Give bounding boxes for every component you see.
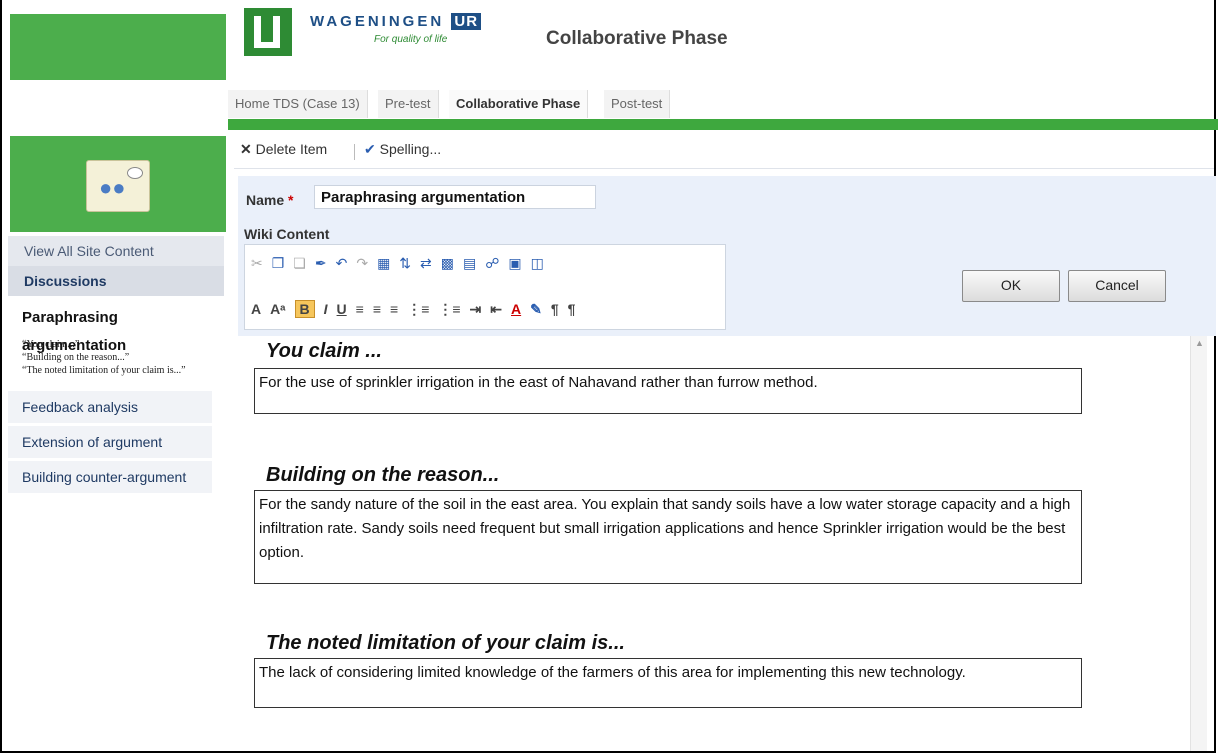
- rtl-icon[interactable]: ¶: [568, 301, 576, 317]
- top-nav-tabs: Home TDS (Case 13) Pre-test Collaborativ…: [228, 90, 1218, 120]
- section-title-claim: You claim ...: [266, 340, 382, 362]
- clear-format-icon[interactable]: ✒: [315, 255, 327, 272]
- cut-icon[interactable]: ✂: [251, 255, 263, 272]
- merge-cells-icon[interactable]: ▩: [441, 255, 454, 272]
- left-top-band: [10, 14, 226, 80]
- outdent-icon[interactable]: ⇤: [490, 301, 502, 318]
- align-right-icon[interactable]: ≡: [390, 301, 398, 317]
- indent-icon[interactable]: ⇥: [470, 301, 482, 318]
- delete-item-button[interactable]: ✕ Delete Item: [240, 141, 327, 158]
- html-source-icon[interactable]: ◫: [531, 255, 544, 272]
- delete-x-icon: ✕: [240, 141, 252, 157]
- answer-box-claim[interactable]: For the use of sprinkler irrigation in t…: [254, 368, 1082, 414]
- bulleted-list-icon[interactable]: ⋮≡: [438, 301, 460, 318]
- name-label: Name *: [246, 192, 294, 208]
- site-header: WAGENINGEN UR For quality of life Collab…: [228, 0, 1218, 90]
- name-field[interactable]: Paraphrasing argumentation: [314, 185, 596, 209]
- text-color-icon[interactable]: A: [511, 301, 521, 317]
- ok-button[interactable]: OK: [962, 270, 1060, 302]
- sub-item[interactable]: “The noted limitation of your claim is..…: [22, 364, 224, 377]
- vertical-scrollbar[interactable]: ▲: [1190, 336, 1207, 751]
- wiki-editor-body[interactable]: You claim ... For the use of sprinkler i…: [240, 336, 1190, 751]
- italic-icon[interactable]: I: [324, 301, 328, 317]
- tab-home[interactable]: Home TDS (Case 13): [228, 90, 368, 118]
- logo-tagline: For quality of life: [374, 34, 448, 45]
- quick-launch: View All Site Content Discussions Paraph…: [8, 236, 224, 493]
- view-all-site-content-link[interactable]: View All Site Content: [8, 236, 224, 266]
- highlight-icon[interactable]: ✎: [530, 301, 542, 318]
- edit-form: Name * Paraphrasing argumentation Wiki C…: [238, 176, 1216, 336]
- logo-wordmark: WAGENINGEN UR: [310, 13, 482, 30]
- section-title-reason: Building on the reason...: [266, 464, 500, 486]
- copy-icon[interactable]: ❐: [272, 255, 285, 272]
- numbered-list-icon[interactable]: ⋮≡: [407, 301, 429, 318]
- bold-icon[interactable]: B: [294, 300, 315, 318]
- spelling-check-icon: ✔: [364, 141, 376, 157]
- discussions-link[interactable]: Discussions: [8, 266, 224, 296]
- font-icon[interactable]: A: [251, 301, 261, 317]
- insert-table-icon[interactable]: ▦: [377, 255, 390, 272]
- spelling-button[interactable]: ✔ Spelling...: [364, 141, 441, 158]
- section-title-limitation: The noted limitation of your claim is...: [266, 632, 625, 654]
- wiki-content-label: Wiki Content: [244, 226, 330, 242]
- font-size-icon[interactable]: Aᵃ: [270, 301, 285, 317]
- speech-bubble-icon: [127, 167, 143, 179]
- undo-icon[interactable]: ↶: [336, 255, 348, 272]
- underline-icon[interactable]: U: [337, 301, 347, 317]
- answer-box-reason[interactable]: For the sandy nature of the soil in the …: [254, 490, 1082, 584]
- ltr-icon[interactable]: ¶: [551, 301, 559, 317]
- insert-column-icon[interactable]: ⇄: [420, 255, 432, 272]
- site-icon-band: ●●: [10, 136, 226, 232]
- split-cells-icon[interactable]: ▤: [463, 255, 476, 272]
- align-left-icon[interactable]: ≡: [356, 301, 364, 317]
- tab-collaborative-phase[interactable]: Collaborative Phase: [449, 90, 589, 118]
- current-page-link[interactable]: Paraphrasing argumentation: [8, 304, 224, 354]
- paste-icon[interactable]: ❏: [293, 255, 306, 272]
- align-center-icon[interactable]: ≡: [373, 301, 381, 317]
- sidebar-item-building-counter-argument[interactable]: Building counter-argument: [8, 461, 212, 493]
- redo-icon[interactable]: ↷: [356, 255, 368, 272]
- left-sidebar: ●● View All Site Content Discussions Par…: [8, 0, 226, 755]
- tab-underline-bar: [228, 119, 1218, 130]
- page-title: Collaborative Phase: [546, 28, 728, 49]
- scroll-up-arrow-icon[interactable]: ▲: [1195, 338, 1204, 348]
- people-icon: ●●: [99, 175, 126, 200]
- rich-text-toolbar: ✂ ❐ ❏ ✒ ↶ ↷ ▦ ⇅ ⇄ ▩ ▤ ☍ ▣ ◫ A Aᵃ B I U ≡…: [244, 244, 726, 330]
- insert-image-icon[interactable]: ▣: [508, 255, 521, 272]
- insert-row-icon[interactable]: ⇅: [399, 255, 411, 272]
- sidebar-item-extension-of-argument[interactable]: Extension of argument: [8, 426, 212, 458]
- site-icon: ●●: [86, 160, 150, 212]
- sidebar-item-feedback-analysis[interactable]: Feedback analysis: [8, 391, 212, 423]
- sub-item[interactable]: “Building on the reason...”: [22, 351, 224, 364]
- cancel-button[interactable]: Cancel: [1068, 270, 1166, 302]
- tab-post-test[interactable]: Post-test: [604, 90, 671, 118]
- ribbon-toolbar: ✕ Delete Item ✔ Spelling...: [234, 134, 1214, 169]
- insert-link-icon[interactable]: ☍: [485, 255, 499, 272]
- wageningen-logo-icon[interactable]: [244, 8, 292, 56]
- answer-box-limitation[interactable]: The lack of considering limited knowledg…: [254, 658, 1082, 708]
- tab-pre-test[interactable]: Pre-test: [378, 90, 439, 118]
